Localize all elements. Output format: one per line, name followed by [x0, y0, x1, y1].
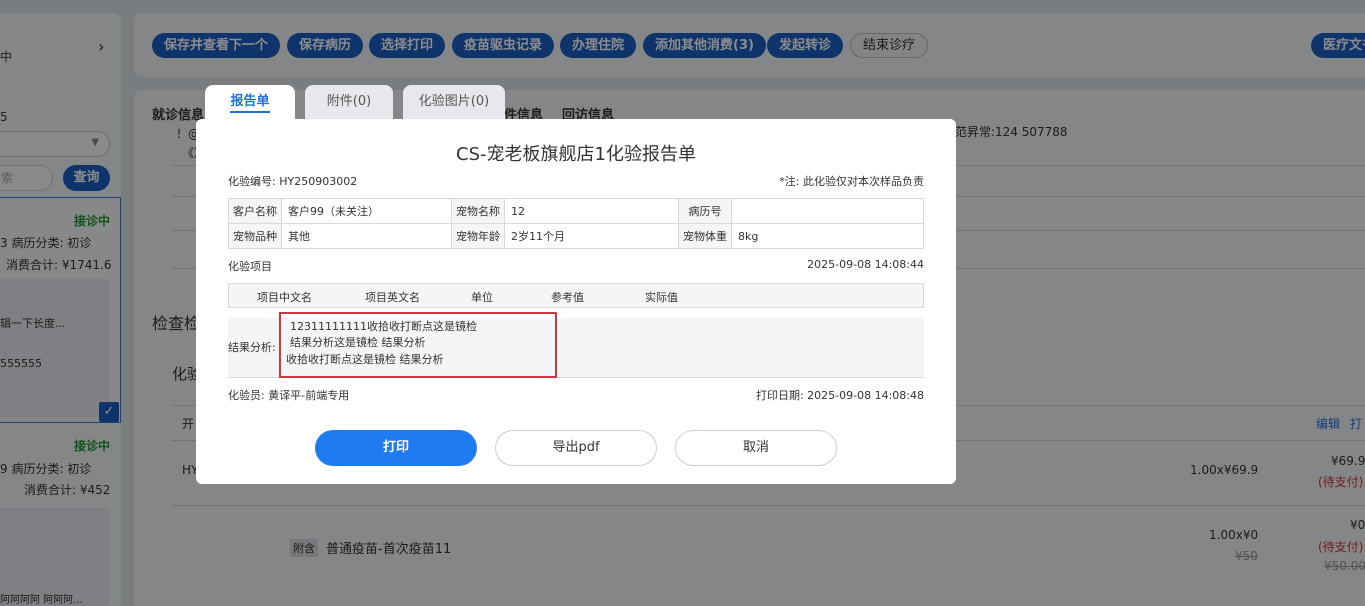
column-chinese-name: 项目中文名	[257, 291, 312, 304]
lab-items-label: 化验项目	[228, 260, 272, 273]
customer-label: 客户名称	[228, 198, 282, 224]
disclaimer-note: *注: 此化验仅对本次样品负责	[779, 175, 924, 188]
record-no-value	[731, 198, 924, 224]
column-english-name: 项目英文名	[365, 291, 420, 304]
customer-value: 客户99（未关注）	[281, 198, 452, 224]
pet-name-label: 宠物名称	[451, 198, 505, 224]
tab-report[interactable]: 报告单	[205, 85, 295, 121]
result-line: 收拾收打断点这是镜检 结果分析	[286, 353, 444, 366]
report-title: CS-宠老板旗舰店1化验报告单	[456, 144, 696, 165]
result-analysis-label: 结果分析:	[228, 341, 276, 354]
record-no-label: 病历号	[678, 198, 732, 224]
column-actual: 实际值	[645, 291, 678, 304]
tab-lab-images[interactable]: 化验图片(0)	[403, 85, 505, 121]
lab-number-label: 化验编号:	[228, 175, 276, 188]
tab-report-label: 报告单	[230, 94, 270, 113]
pet-name-value: 12	[504, 198, 679, 224]
result-analysis: 结果分析: 12311111111收拾收打断点这是镜检 结果分析这是镜检 结果分…	[228, 312, 924, 378]
print-date-label: 打印日期:	[755, 389, 804, 402]
weight-value: 8kg	[731, 223, 924, 249]
weight-label: 宠物体重	[678, 223, 732, 249]
result-line: 12311111111收拾收打断点这是镜检	[290, 320, 477, 333]
cancel-button[interactable]: 取消	[675, 430, 837, 466]
lab-items-header: 项目中文名 项目英文名 单位 参考值 实际值	[228, 283, 924, 308]
lab-items-time: 2025-09-08 14:08:44	[807, 258, 924, 271]
column-reference: 参考值	[551, 291, 584, 304]
age-value: 2岁11个月	[504, 223, 679, 249]
age-label: 宠物年龄	[451, 223, 505, 249]
column-unit: 单位	[471, 291, 493, 304]
lab-report-dialog: CS-宠老板旗舰店1化验报告单 化验编号: HY250903002 *注: 此化…	[196, 119, 956, 484]
examiner-label: 化验员:	[228, 389, 265, 402]
result-analysis-highlight: 12311111111收拾收打断点这是镜检 结果分析这是镜检 结果分析 收拾收打…	[279, 312, 557, 378]
examiner: 化验员: 黄译平-前端专用	[228, 387, 349, 403]
print-date: 打印日期: 2025-09-08 14:08:48	[756, 387, 924, 403]
result-line: 结果分析这是镜检 结果分析	[290, 336, 426, 349]
tab-attachments[interactable]: 附件(0)	[305, 85, 393, 121]
breed-value: 其他	[281, 223, 452, 249]
lab-number-value: HY250903002	[279, 175, 358, 188]
patient-info-table: 客户名称 客户99（未关注） 宠物名称 12 病历号 宠物品种 其他 宠物年龄 …	[228, 198, 924, 249]
export-pdf-button[interactable]: 导出pdf	[495, 430, 657, 466]
print-button[interactable]: 打印	[315, 430, 477, 466]
print-date-value: 2025-09-08 14:08:48	[807, 389, 924, 402]
lab-number: 化验编号: HY250903002	[228, 173, 357, 189]
breed-label: 宠物品种	[228, 223, 282, 249]
examiner-value: 黄译平-前端专用	[268, 389, 350, 402]
